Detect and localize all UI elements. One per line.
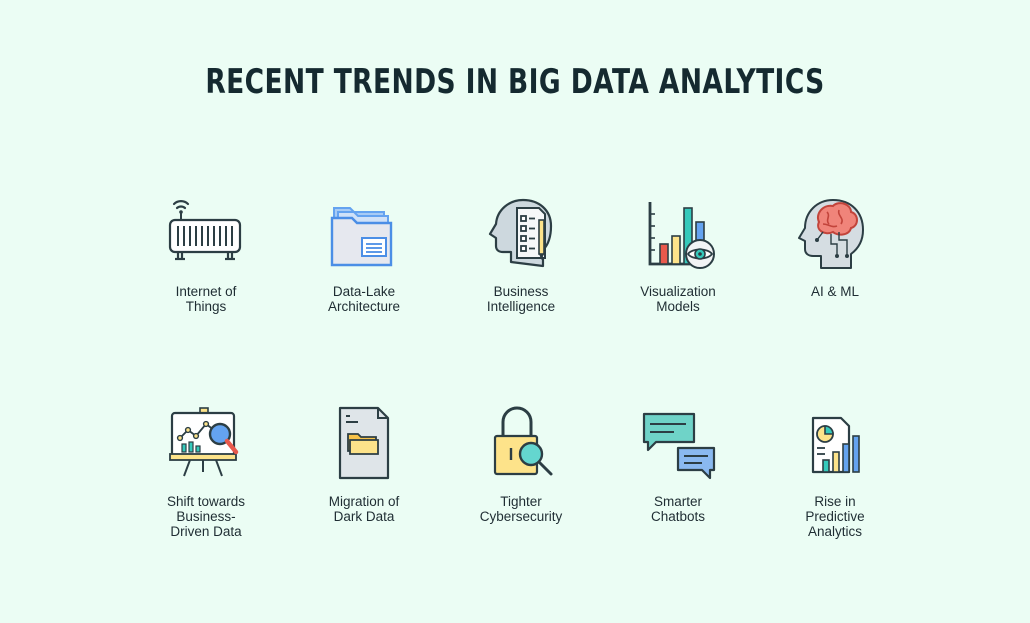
trend-predictive-analytics: Rise in Predictive Analytics — [765, 402, 905, 539]
trend-label: Internet of Things — [175, 284, 237, 314]
padlock-search-icon — [493, 406, 553, 476]
trend-label: Visualization Models — [640, 284, 716, 314]
trend-ai-ml: AI & ML — [765, 192, 905, 299]
document-folder-icon — [338, 406, 390, 480]
head-checklist-icon — [488, 198, 553, 268]
folder-icon — [330, 207, 393, 267]
trend-smarter-chatbots: Smarter Chatbots — [608, 402, 748, 524]
trend-label: AI & ML — [810, 284, 859, 299]
brain-head-icon — [798, 199, 864, 269]
trend-label: Smarter Chatbots — [650, 494, 706, 524]
page-title: RECENT TRENDS IN BIG DATA ANALYTICS — [205, 62, 825, 102]
trend-business-driven-data: Shift towards Business- Driven Data — [136, 402, 276, 539]
trend-internet-of-things: Internet of Things — [136, 192, 276, 314]
router-icon — [168, 200, 242, 261]
trend-migration-of-dark-data: Migration of Dark Data — [294, 402, 434, 524]
trend-label: Rise in Predictive Analytics — [805, 494, 865, 539]
trend-label: Migration of Dark Data — [328, 494, 400, 524]
trend-label: Data-Lake Architecture — [327, 284, 401, 314]
trend-data-lake-architecture: Data-Lake Architecture — [294, 192, 434, 314]
trend-label: Shift towards Business- Driven Data — [166, 494, 246, 539]
trend-visualization-models: Visualization Models — [608, 192, 748, 314]
trend-label: Business Intelligence — [486, 284, 556, 314]
report-chart-icon — [811, 416, 860, 474]
chart-eye-icon — [648, 202, 715, 269]
chat-bubbles-icon — [642, 412, 716, 480]
trend-tighter-cybersecurity: Tighter Cybersecurity — [451, 402, 591, 524]
presentation-board-icon — [169, 407, 239, 477]
trend-label: Tighter Cybersecurity — [479, 494, 563, 524]
trend-business-intelligence: Business Intelligence — [451, 192, 591, 314]
